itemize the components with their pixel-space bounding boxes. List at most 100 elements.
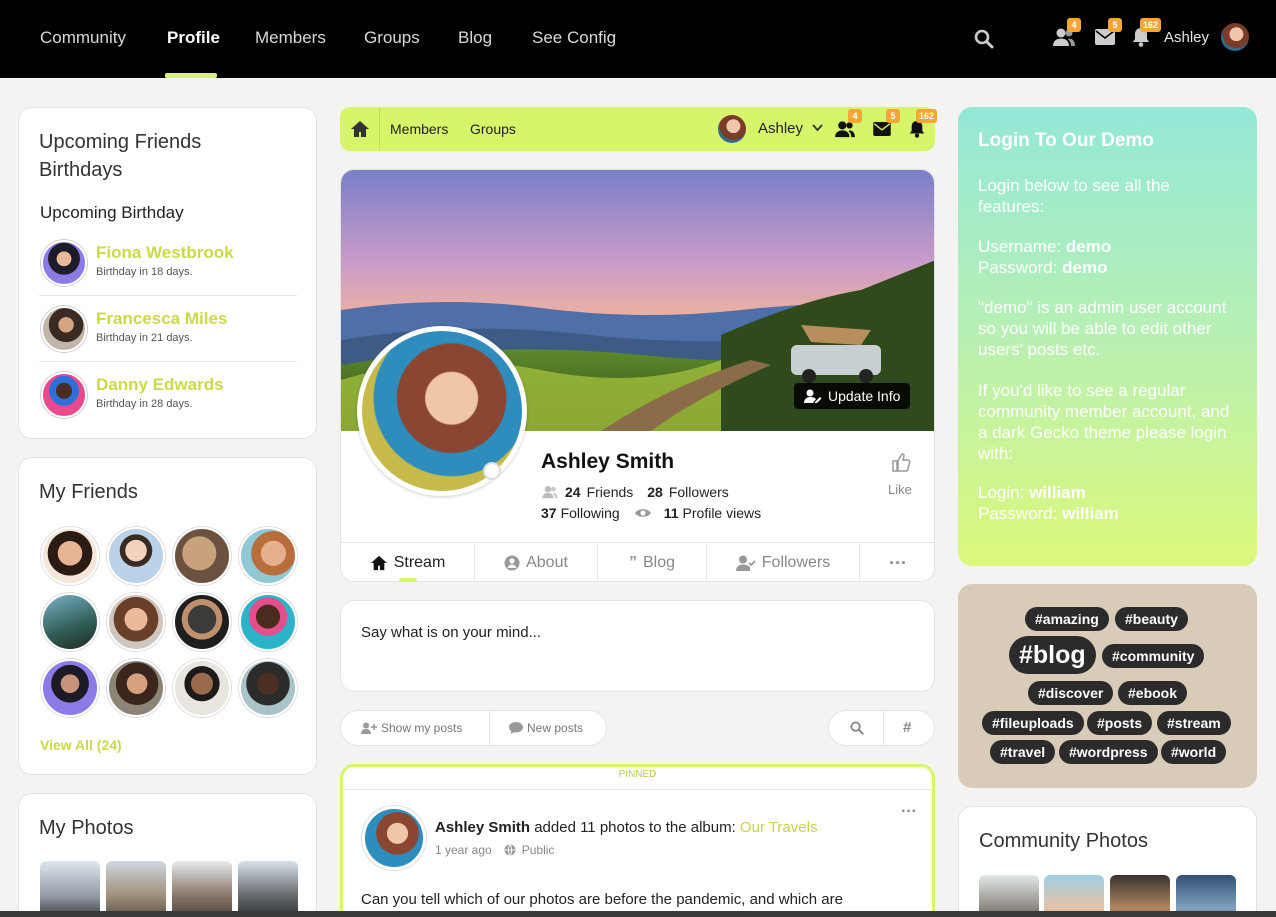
demo-login: william [1029,483,1086,502]
tag-link[interactable]: #community [1102,644,1205,668]
followers-label[interactable]: Followers [669,484,729,500]
birthday-avatar[interactable] [41,372,87,418]
post-time[interactable]: 1 year ago [435,843,492,857]
tab-blog[interactable]: ” Blog [598,543,706,581]
divider [883,711,884,745]
user-menu-name[interactable]: Ashley [1164,29,1209,46]
birthday-name[interactable]: Francesca Miles [96,309,227,329]
home-icon[interactable] [350,120,370,138]
birthday-name[interactable]: Danny Edwards [96,375,224,395]
friend-avatar[interactable] [41,659,99,717]
friend-avatar[interactable] [41,593,99,651]
tab-followers[interactable]: Followers [707,543,859,581]
stream-search-bar: # [828,710,935,746]
demo-password: demo [1062,258,1108,277]
profile-views-count: 11 [663,505,679,521]
subnav-members-link[interactable]: Members [390,121,448,137]
followers-count[interactable]: 28 [647,484,663,500]
birthdays-title: Upcoming Friends Birthdays [39,131,202,181]
view-all-friends-link[interactable]: View All (24) [40,737,122,753]
nav-blog[interactable]: Blog [458,28,492,48]
demo-password-line: Password: demo [978,257,1107,278]
birthday-avatar[interactable] [41,240,87,286]
subnav-user-avatar[interactable] [718,115,746,143]
tag-link[interactable]: #stream [1157,711,1231,735]
following-count[interactable]: 37 [541,505,557,521]
friends-label[interactable]: Friends [587,484,634,500]
user-circle-icon [504,555,520,571]
divider [379,107,380,151]
friend-avatar[interactable] [173,659,231,717]
tag-link[interactable]: #wordpress [1059,740,1158,764]
demo-login-card: Login To Our Demo Login below to see all… [958,107,1257,566]
show-my-posts-button[interactable]: Show my posts [361,721,462,735]
tab-about[interactable]: About [475,543,597,581]
update-info-button[interactable]: Update Info [794,383,911,409]
birthdays-card: Upcoming Friends Birthdays Upcoming Birt… [18,107,317,439]
my-friends-title: My Friends [39,481,138,503]
nav-profile[interactable]: Profile [167,28,220,48]
chevron-down-icon[interactable] [812,124,823,132]
messages-badge: 5 [886,109,900,123]
subnav-groups-link[interactable]: Groups [470,121,516,137]
post-action-text: added 11 photos to the album: [534,819,736,836]
messages-badge: 5 [1108,18,1122,32]
friend-avatar[interactable] [173,527,231,585]
birthday-avatar[interactable] [41,306,87,352]
search-icon[interactable] [850,721,864,735]
demo-regular-note: If you'd like to see a regular community… [978,381,1230,463]
tag-link[interactable]: #beauty [1115,607,1188,631]
nav-see-config[interactable]: See Config [532,28,616,48]
photo-thumbnail[interactable] [40,861,100,917]
birthday-name[interactable]: Fiona Westbrook [96,243,234,263]
photo-thumbnail[interactable] [172,861,232,917]
tab-stream[interactable]: Stream [341,543,474,581]
tag-link[interactable]: #blog [1009,636,1096,674]
tag-link[interactable]: #world [1161,740,1227,764]
friend-avatar[interactable] [107,527,165,585]
friend-avatar[interactable] [239,527,297,585]
nav-groups[interactable]: Groups [364,28,420,48]
stream-filter-bar: Show my posts New posts [340,710,607,746]
demo-password-label: Password: [978,258,1058,277]
user-avatar[interactable] [1221,23,1249,51]
profile-avatar[interactable] [357,326,527,496]
new-posts-button[interactable]: New posts [509,721,583,735]
tag-link[interactable]: #amazing [1025,607,1109,631]
post-author-avatar[interactable] [362,806,426,870]
like-label[interactable]: Like [888,482,912,497]
friend-requests-badge: 4 [1067,18,1081,32]
hashtag-icon[interactable]: # [903,719,911,736]
friend-avatar[interactable] [107,593,165,651]
nav-community[interactable]: Community [40,28,126,48]
friends-count[interactable]: 24 [565,484,581,500]
thumbs-up-icon[interactable] [891,452,911,472]
post-composer[interactable]: Say what is on your mind... [340,600,935,692]
friend-avatar[interactable] [173,593,231,651]
active-tab-indicator [165,73,217,78]
horizontal-scrollbar[interactable] [0,911,1276,917]
divider [39,361,297,362]
search-icon[interactable] [974,29,994,49]
notifications-badge: 162 [1140,18,1162,32]
tag-link[interactable]: #discover [1028,681,1114,705]
composer-placeholder[interactable]: Say what is on your mind... [361,624,541,641]
tag-link[interactable]: #ebook [1118,681,1188,705]
tag-link[interactable]: #fileuploads [982,711,1084,735]
album-link[interactable]: Our Travels [740,819,818,836]
more-options-icon[interactable]: ··· [860,543,934,581]
tag-link[interactable]: #posts [1087,711,1153,735]
following-label[interactable]: Following [561,505,620,521]
post-options-icon[interactable]: ··· [901,803,917,821]
friend-avatar[interactable] [107,659,165,717]
nav-members[interactable]: Members [255,28,326,48]
friend-avatar[interactable] [239,593,297,651]
photo-thumbnail[interactable] [238,861,298,917]
friend-avatar[interactable] [239,659,297,717]
subnav-user-name[interactable]: Ashley [758,120,803,137]
post-author-name[interactable]: Ashley Smith [435,819,530,836]
messages-icon[interactable] [873,122,891,136]
tag-link[interactable]: #travel [990,740,1056,764]
friend-avatar[interactable] [41,527,99,585]
photo-thumbnail[interactable] [106,861,166,917]
